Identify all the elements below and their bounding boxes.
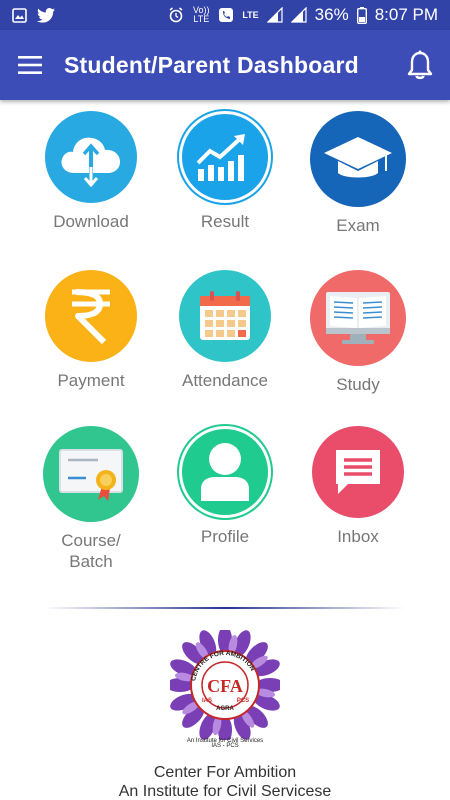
logo-side-right: PCS	[237, 698, 249, 704]
logo-side-left: IAS	[202, 698, 212, 704]
volte-indicator: Vo)) LTE	[193, 5, 210, 24]
clock: 8:07 PM	[374, 5, 438, 24]
tile-label: Exam	[336, 216, 380, 235]
logo-caption-2: IAS - PCS	[211, 743, 239, 749]
battery-percent: 36%	[314, 5, 349, 24]
tile-inbox[interactable]: Inbox	[293, 426, 423, 547]
tile-download[interactable]: Download	[26, 111, 156, 232]
open-book-monitor-icon	[326, 292, 390, 344]
tile-label: Inbox	[337, 527, 379, 546]
institute-name: Center For Ambition	[153, 764, 297, 781]
institute-tagline: An Institute for Civil Servicese	[118, 783, 332, 800]
logo-bottom-text: AGRA	[216, 706, 234, 712]
calendar-icon	[200, 291, 250, 340]
page-title: Student/Parent Dashboard	[64, 51, 359, 78]
tile-exam[interactable]: Exam	[293, 111, 423, 236]
twitter-notification-icon	[37, 7, 55, 23]
menu-button[interactable]	[0, 30, 60, 100]
tile-payment[interactable]: Payment	[26, 270, 156, 391]
tile-label: Download	[53, 212, 129, 231]
tile-label: Result	[200, 212, 250, 231]
divider	[45, 607, 405, 609]
bell-icon	[407, 50, 433, 80]
alarm-icon	[168, 7, 184, 23]
tile-study[interactable]: Study	[293, 270, 423, 395]
signal-strength-2-icon	[290, 7, 307, 23]
graduation-cap-icon	[324, 137, 392, 178]
message-icon	[336, 450, 380, 494]
lte-label: LTE	[242, 9, 259, 20]
tile-attendance[interactable]: Attendance	[160, 270, 290, 391]
status-bar: Vo)) LTE LTE 36% 8:07 PM	[0, 0, 450, 30]
rupee-icon	[72, 289, 110, 345]
app-bar: Student/Parent Dashboard	[0, 30, 450, 100]
certificate-icon	[59, 449, 123, 501]
hamburger-icon	[18, 56, 42, 74]
logo-monogram: CFA	[207, 676, 243, 696]
institute-logo: CENTRE FOR AMBITION CFA IAS PCS AGRA An …	[160, 630, 290, 760]
chart-up-icon	[196, 134, 245, 181]
tile-result[interactable]: Result	[160, 111, 290, 232]
tile-label: Profile	[200, 527, 250, 546]
signal-strength-icon	[266, 7, 283, 23]
notifications-button[interactable]	[390, 30, 450, 100]
tile-label: Study	[336, 375, 380, 394]
tile-profile[interactable]: Profile	[160, 426, 290, 547]
gallery-notification-icon	[12, 7, 27, 23]
sunflower-logo-icon: CENTRE FOR AMBITION CFA IAS PCS AGRA	[170, 630, 280, 740]
user-icon	[201, 443, 249, 501]
tile-label: Payment	[57, 371, 125, 390]
tile-label: Course/ Batch	[61, 531, 121, 571]
battery-icon	[356, 6, 367, 24]
tile-label: Attendance	[181, 371, 268, 390]
wifi-calling-icon	[218, 7, 234, 23]
cloud-download-icon	[61, 137, 120, 187]
tile-course-batch[interactable]: Course/ Batch	[26, 426, 156, 572]
